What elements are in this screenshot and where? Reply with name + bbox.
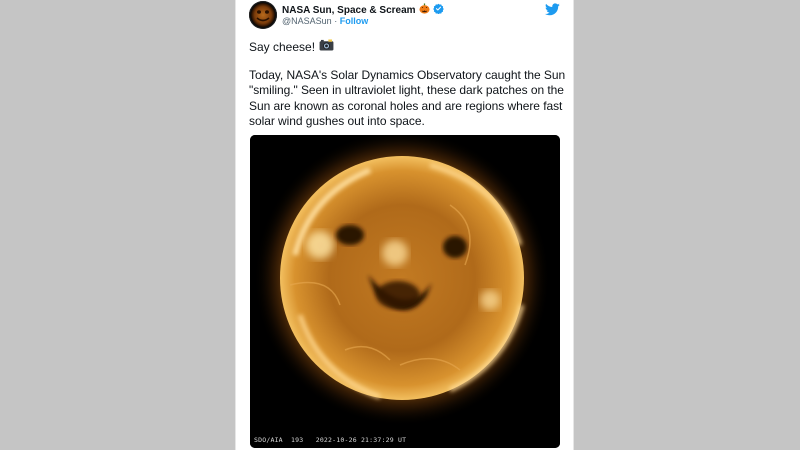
jack-o-lantern-icon — [419, 1, 430, 19]
tweet-line-1: Say cheese! — [249, 39, 334, 54]
account-handle[interactable]: @NASASun — [282, 16, 332, 26]
profile-avatar[interactable] — [249, 1, 277, 29]
follow-button[interactable]: Follow — [340, 16, 369, 26]
tweet-body: Today, NASA's Solar Dynamics Observatory… — [249, 68, 566, 129]
account-handle-row: @NASASun · Follow — [282, 16, 368, 26]
account-name-row: NASA Sun, Space & Scream — [282, 3, 444, 17]
camera-flash-icon — [319, 39, 334, 54]
account-display-name[interactable]: NASA Sun, Space & Scream — [282, 5, 416, 16]
twitter-bird-icon[interactable] — [545, 3, 560, 21]
tweet-image-sun[interactable]: SDO/AIA 193 2022-10-26 21:37:29 UT — [250, 135, 560, 448]
tweet-greeting: Say cheese! — [249, 39, 316, 54]
separator-dot: · — [334, 16, 338, 26]
image-caption: SDO/AIA 193 2022-10-26 21:37:29 UT — [254, 436, 407, 444]
verified-badge-icon — [432, 1, 444, 19]
sun-image — [250, 135, 560, 448]
